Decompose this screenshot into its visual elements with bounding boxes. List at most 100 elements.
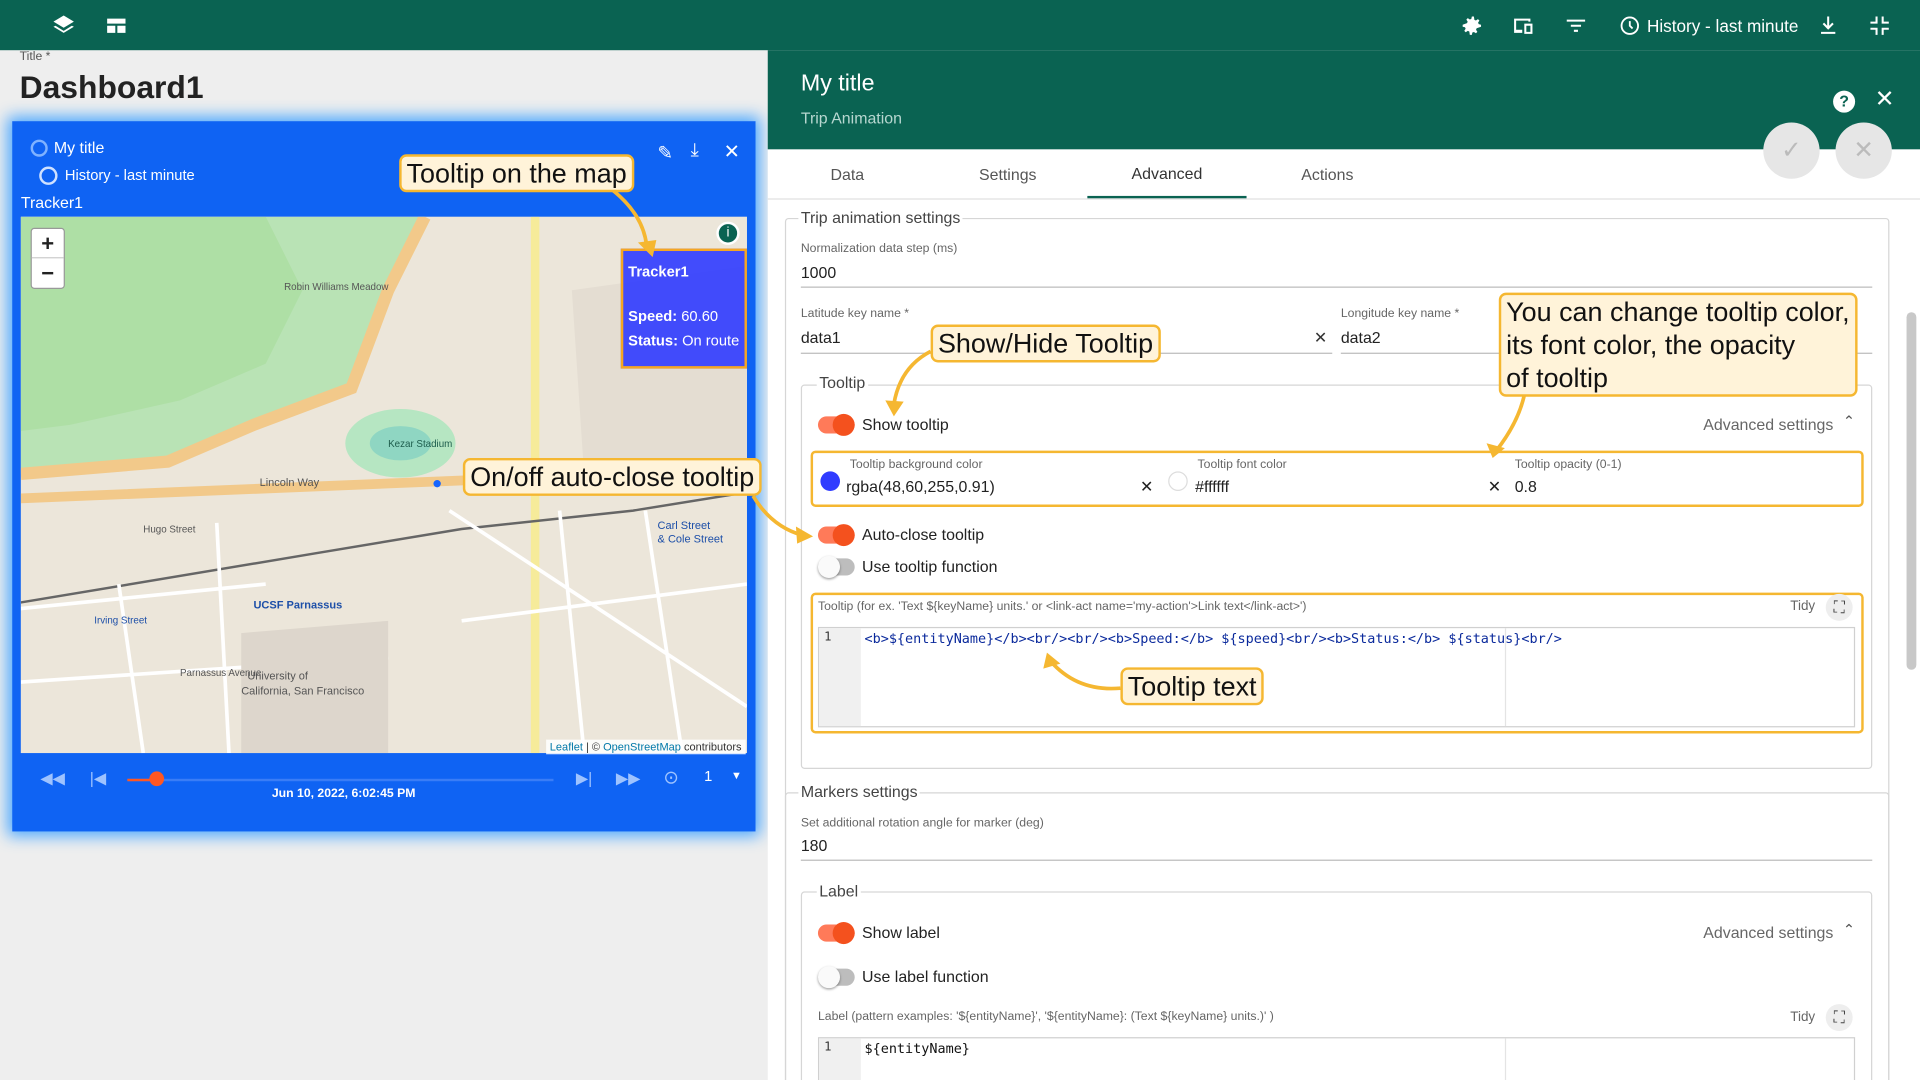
label-function-toggle[interactable] (817, 966, 855, 989)
tab-data[interactable]: Data (768, 149, 927, 198)
playback-slider[interactable] (127, 778, 554, 782)
rotation-label: Set additional rotation angle for marker… (800, 816, 1044, 831)
callout-tooltip-text: Tooltip text (1120, 667, 1264, 706)
zoom-out-button[interactable]: − (32, 258, 64, 287)
advanced-settings-toggle[interactable]: Advanced settings (1703, 415, 1833, 433)
auto-close-toggle[interactable] (817, 524, 855, 547)
callout-auto-close: On/off auto-close tooltip (462, 457, 762, 496)
zoom-in-button[interactable]: + (31, 229, 64, 259)
callout-tooltip-color: You can change tooltip color, its font c… (1498, 292, 1857, 397)
line-number: 1 (819, 628, 861, 727)
play-icon[interactable]: ⊙ (659, 767, 683, 791)
label-legend: Label (816, 881, 861, 901)
svg-text:Carl Street: Carl Street (658, 520, 711, 532)
font-color-swatch[interactable] (1168, 471, 1188, 492)
attribution-tail: contributors (680, 740, 742, 754)
label-code-editor[interactable]: 1 ${entityName} (817, 1037, 1856, 1080)
tab-advanced[interactable]: Advanced (1087, 149, 1247, 199)
longitude-key-input[interactable]: data2 (1341, 328, 1381, 346)
history-label: History - last minute (1646, 15, 1799, 35)
devices-icon[interactable] (1506, 0, 1540, 50)
latitude-key-input[interactable]: data1 (801, 328, 841, 346)
fast-rewind-icon[interactable]: ◀◀ (40, 767, 64, 791)
tooltip-function-toggle[interactable] (817, 555, 855, 578)
layers-icon[interactable] (47, 0, 81, 50)
tooltip-entity-name: Tracker1 (628, 263, 689, 281)
bg-color-swatch[interactable] (820, 471, 841, 492)
attribution-sep: | © (582, 740, 604, 754)
download-icon[interactable]: ⤓ (691, 140, 699, 161)
svg-text:Robin Williams Meadow: Robin Williams Meadow (284, 282, 389, 293)
filter-icon[interactable] (1559, 0, 1593, 50)
fast-forward-icon[interactable]: ▶▶ (616, 767, 640, 791)
callout-color-line-2: its font color, the opacity (1506, 329, 1796, 361)
label-pattern-label: Label (pattern examples: '${entityName}'… (817, 1010, 1274, 1024)
apply-check-button[interactable]: ✓ (1763, 122, 1820, 179)
edit-pencil-icon[interactable]: ✎ (658, 142, 673, 164)
skip-previous-icon[interactable]: |◀ (86, 767, 110, 791)
line-number: 1 (819, 1038, 861, 1080)
discard-close-button[interactable]: ✕ (1835, 122, 1892, 179)
svg-text:Irving Street: Irving Street (94, 615, 147, 626)
show-tooltip-toggle[interactable] (817, 413, 855, 436)
tooltip-pattern-label: Tooltip (for ex. 'Text ${keyName} units.… (817, 600, 1307, 614)
history-timewindow-button[interactable]: History - last minute (1619, 0, 1799, 50)
fullscreen-icon[interactable]: ⛶ (1825, 1004, 1853, 1032)
clear-icon[interactable]: ✕ (1488, 478, 1501, 498)
font-color-input[interactable]: #ffffff (1195, 478, 1229, 496)
widget-history-label[interactable]: History - last minute (65, 167, 195, 184)
label-advanced-settings[interactable]: Advanced settings (1703, 923, 1833, 941)
callout-color-line-1: You can change tooltip color, (1506, 296, 1850, 327)
close-icon[interactable]: ✕ (724, 140, 740, 164)
tab-actions[interactable]: Actions (1248, 149, 1407, 198)
show-label-toggle[interactable] (817, 922, 855, 945)
leaflet-link[interactable]: Leaflet (550, 741, 583, 753)
tooltip-speed-value: 60.60 (681, 307, 719, 325)
playback-date: Jun 10, 2022, 6:02:45 PM (271, 787, 416, 801)
svg-text:Kezar Stadium: Kezar Stadium (388, 439, 452, 450)
help-icon[interactable]: ? (1833, 90, 1856, 113)
label-code-line[interactable]: ${entityName} (864, 1041, 969, 1057)
print-margin (1504, 628, 1507, 727)
skip-next-icon[interactable]: ▶| (572, 767, 596, 791)
svg-text:Hugo Street: Hugo Street (143, 525, 195, 536)
tidy-button[interactable]: Tidy (1790, 599, 1815, 614)
speed-select[interactable]: 1 (704, 768, 712, 785)
tooltip-code-editor[interactable]: 1 <b>${entityName}</b><br/><br/><b>Speed… (817, 626, 1856, 728)
tab-settings[interactable]: Settings (928, 149, 1087, 198)
clear-icon[interactable]: ✕ (1314, 328, 1327, 348)
info-icon[interactable]: i (716, 221, 740, 245)
trip-settings-legend: Trip animation settings (798, 208, 963, 227)
rotation-input[interactable]: 180 (801, 836, 828, 854)
clear-icon[interactable]: ✕ (1140, 478, 1153, 498)
show-tooltip-label: Show tooltip (862, 415, 949, 434)
chevron-down-icon[interactable]: ▼ (731, 769, 742, 781)
panel-title: My title (800, 71, 875, 97)
chevron-up-icon[interactable]: ⌃ (1843, 921, 1855, 938)
svg-text:& Cole Street: & Cole Street (658, 533, 724, 545)
norm-step-input[interactable]: 1000 (801, 263, 836, 281)
close-icon[interactable]: ✕ (1875, 86, 1894, 114)
download-icon[interactable] (1811, 0, 1845, 50)
widget-title: My title (53, 138, 105, 157)
settings-gear-icon[interactable] (1455, 0, 1489, 50)
panel-header (767, 50, 1920, 150)
print-margin (1504, 1038, 1507, 1080)
fullscreen-icon[interactable]: ⛶ (1825, 593, 1853, 621)
bg-color-input[interactable]: rgba(48,60,255,0.91) (846, 478, 995, 496)
norm-step-label: Normalization data step (ms) (800, 242, 958, 256)
chevron-up-icon[interactable]: ⌃ (1843, 413, 1855, 430)
panel-scrollbar[interactable] (1906, 312, 1917, 670)
exit-fullscreen-icon[interactable] (1862, 0, 1896, 50)
panel-subtitle: Trip Animation (800, 108, 902, 128)
dashboard-title[interactable]: Dashboard1 (20, 69, 204, 107)
svg-text:California, San Francisco: California, San Francisco (241, 685, 364, 697)
tidy-button[interactable]: Tidy (1790, 1010, 1815, 1025)
top-toolbar: History - last minute (0, 0, 1920, 51)
opacity-input[interactable]: 0.8 (1515, 478, 1537, 496)
dashboard-layout-icon[interactable] (99, 0, 133, 50)
rotation-underline (800, 859, 1873, 861)
osm-link[interactable]: OpenStreetMap (603, 741, 681, 753)
clock-icon (39, 166, 58, 185)
tooltip-code-line[interactable]: <b>${entityName}</b><br/><br/><b>Speed:<… (864, 631, 1561, 647)
